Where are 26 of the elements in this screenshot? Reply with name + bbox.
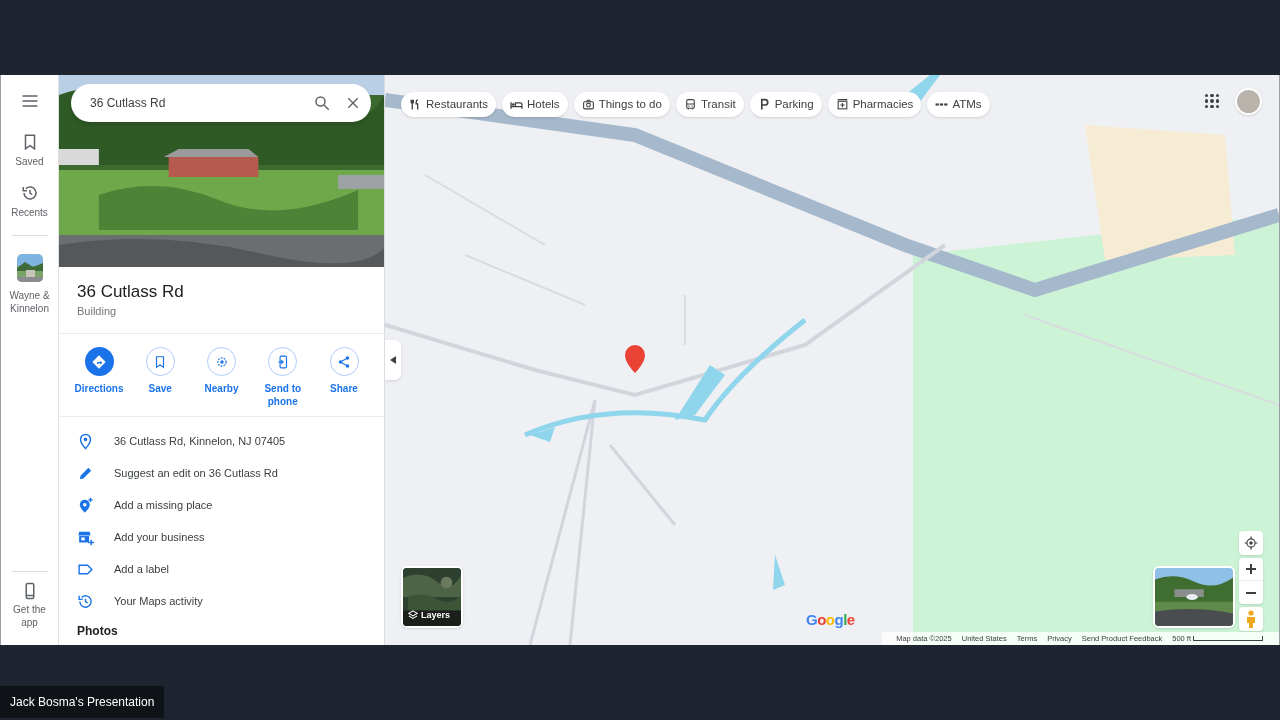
detail-row[interactable]: Add a missing place: [59, 489, 384, 521]
detail-row[interactable]: Add your business: [59, 521, 384, 553]
detail-row[interactable]: Suggest an edit on 36 Cutlass Rd: [59, 457, 384, 489]
rail-item[interactable]: Recents: [1, 184, 58, 219]
share-icon: [337, 354, 351, 369]
pin-plus-icon: [77, 496, 94, 514]
history-icon: [77, 592, 94, 610]
place-category: Building: [77, 304, 117, 319]
detail-row[interactable]: 36 Cutlass Rd, Kinnelon, NJ 07405: [59, 425, 384, 457]
diamond-arrow-icon: [91, 353, 107, 370]
action-button[interactable]: Nearby: [195, 347, 248, 408]
action-button[interactable]: Share: [318, 347, 370, 408]
rail-item[interactable]: Saved: [1, 133, 58, 168]
section-heading: Photos: [77, 623, 118, 639]
detail-row[interactable]: Add a label: [59, 553, 384, 585]
phone-arrow-icon: [275, 354, 290, 369]
get-app-button[interactable]: Get the app: [5, 582, 54, 629]
action-button[interactable]: Send to phone: [256, 347, 309, 408]
area-shortcut[interactable]: Wayne & Kinnelon: [1, 254, 58, 315]
action-button[interactable]: Save: [134, 347, 187, 408]
location-pin-icon: [77, 432, 94, 450]
presenter-name: Jack Bosma's Presentation: [0, 686, 165, 718]
detail-row[interactable]: Your Maps activity: [59, 585, 384, 617]
action-button[interactable]: Directions: [73, 347, 125, 408]
place-title: 36 Cutlass Rd: [77, 281, 184, 303]
history-icon: [20, 184, 39, 202]
